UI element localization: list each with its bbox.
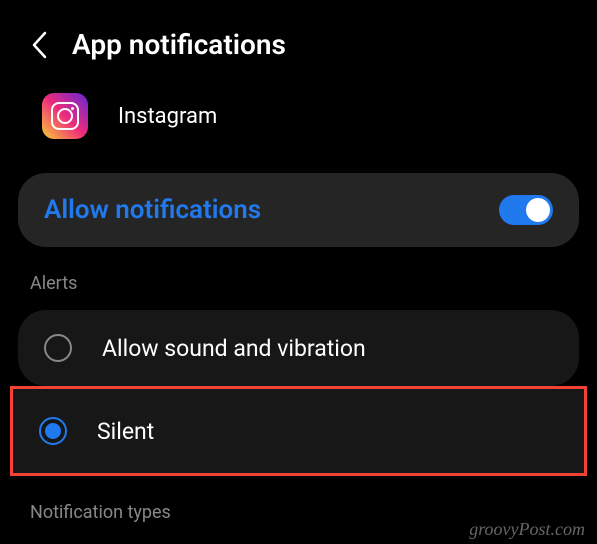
allow-notifications-card[interactable]: Allow notifications bbox=[18, 173, 579, 247]
radio-sound-vibration[interactable]: Allow sound and vibration bbox=[18, 310, 579, 386]
highlighted-option: Silent bbox=[10, 386, 587, 476]
radio-label: Allow sound and vibration bbox=[102, 335, 366, 362]
radio-label: Silent bbox=[97, 418, 154, 445]
alerts-card: Allow sound and vibration bbox=[18, 310, 579, 386]
allow-notifications-label: Allow notifications bbox=[44, 195, 261, 225]
watermark: groovyPost.com bbox=[469, 519, 585, 540]
instagram-icon bbox=[42, 93, 88, 139]
radio-silent[interactable]: Silent bbox=[13, 389, 584, 473]
back-icon[interactable] bbox=[30, 30, 48, 60]
page-title: App notifications bbox=[72, 28, 286, 61]
allow-notifications-toggle[interactable] bbox=[499, 195, 553, 225]
app-name: Instagram bbox=[118, 104, 217, 129]
radio-icon bbox=[44, 334, 72, 362]
radio-icon-selected bbox=[39, 417, 67, 445]
app-info-row: Instagram bbox=[0, 81, 597, 173]
alerts-section-label: Alerts bbox=[0, 247, 597, 310]
